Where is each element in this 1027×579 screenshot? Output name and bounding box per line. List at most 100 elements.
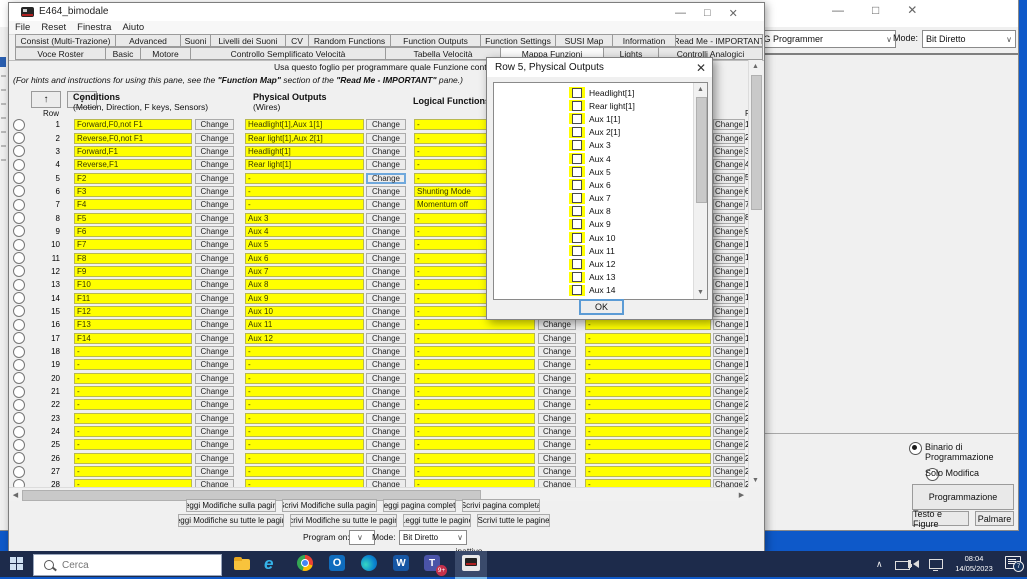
change-button[interactable]: Change (195, 199, 234, 211)
change-button[interactable]: Change (195, 292, 234, 304)
clock[interactable]: 08:04 14/05/2023 (949, 554, 999, 574)
jmri-taskbar-tile[interactable] (455, 551, 487, 579)
change-button[interactable]: Change (713, 359, 745, 371)
word-icon[interactable]: W (393, 555, 411, 573)
change-button[interactable]: Change (366, 252, 406, 264)
change-button[interactable]: Change (366, 119, 406, 131)
change-button[interactable]: Change (713, 332, 745, 344)
change-button[interactable]: Change (538, 332, 576, 344)
outlook-icon[interactable]: O (329, 555, 347, 573)
change-button[interactable]: Change (366, 279, 406, 291)
menu-reset[interactable]: Reset (41, 22, 66, 33)
move-row-up-button[interactable]: ↑ (31, 91, 61, 108)
menu-file[interactable]: File (15, 22, 30, 33)
change-button[interactable]: Change (713, 145, 745, 157)
row-select-radio[interactable] (13, 238, 25, 251)
change-button[interactable]: Change (713, 386, 745, 398)
change-button[interactable]: Change (538, 426, 576, 438)
change-button[interactable]: Change (713, 346, 745, 358)
row-select-radio[interactable] (13, 265, 25, 278)
change-button[interactable]: Change (538, 319, 576, 331)
change-button[interactable]: Change (713, 159, 745, 171)
window-titlebar[interactable]: E464_bimodale — □ ✕ (9, 3, 764, 22)
tab-advanced[interactable]: Advanced (116, 34, 181, 47)
change-button[interactable]: Change (538, 359, 576, 371)
vertical-scrollbar[interactable]: ▲ ▼ (748, 60, 762, 487)
change-button[interactable]: Change (195, 466, 234, 478)
change-button[interactable]: Change (195, 159, 234, 171)
change-button[interactable]: Change (195, 305, 234, 317)
read-full-page-button[interactable]: Leggi pagina completa (383, 499, 456, 512)
tab-random-functions[interactable]: Random Functions (309, 34, 391, 47)
change-button[interactable]: Change (366, 225, 406, 237)
tab-consist-multi-trazione[interactable]: Consist (Multi-Trazione) (15, 34, 116, 47)
change-button[interactable]: Change (195, 452, 234, 464)
change-button[interactable]: Change (366, 132, 406, 144)
change-button[interactable]: Change (713, 265, 745, 277)
change-button[interactable]: Change (366, 145, 406, 157)
write-changes-page-button[interactable]: Scrivi Modifiche sulla pagina (282, 499, 377, 512)
edge-icon[interactable] (361, 555, 379, 573)
change-button[interactable]: Change (366, 212, 406, 224)
search-input[interactable] (60, 558, 194, 572)
change-button[interactable]: Change (195, 145, 234, 157)
change-button[interactable]: Change (366, 265, 406, 277)
dialog-scrollbar[interactable]: ▲ ▼ (693, 83, 707, 299)
tab-cv[interactable]: CV (286, 34, 309, 47)
scroll-up-icon[interactable]: ▲ (749, 63, 762, 70)
change-button[interactable]: Change (195, 252, 234, 264)
change-button[interactable]: Change (713, 212, 745, 224)
change-button[interactable]: Change (195, 346, 234, 358)
change-button[interactable]: Change (366, 452, 406, 464)
change-button[interactable]: Change (538, 412, 576, 424)
palmare-button[interactable]: Palmare (975, 511, 1014, 526)
change-button[interactable]: Change (538, 372, 576, 384)
change-button[interactable]: Change (195, 185, 234, 197)
row-select-radio[interactable] (13, 172, 25, 185)
change-button[interactable]: Change (713, 239, 745, 251)
tab-voce-roster[interactable]: Voce Roster (15, 47, 106, 60)
row-select-radio[interactable] (13, 372, 25, 385)
change-button[interactable]: Change (195, 132, 234, 144)
menu-aiuto[interactable]: Aiuto (122, 22, 144, 33)
tab-motore[interactable]: Motore (141, 47, 191, 60)
row-select-radio[interactable] (13, 158, 25, 171)
change-button[interactable]: Change (713, 426, 745, 438)
output-checkbox[interactable] (572, 245, 582, 256)
tab-livelli-dei-suoni[interactable]: Livelli dei Suoni (211, 34, 286, 47)
change-button[interactable]: Change (713, 466, 745, 478)
row-select-radio[interactable] (13, 198, 25, 211)
output-checkbox[interactable] (572, 259, 582, 270)
scroll-right-icon[interactable]: ▶ (372, 491, 764, 499)
change-button[interactable]: Change (366, 239, 406, 251)
tab-susi-map[interactable]: SUSI Map (556, 34, 613, 47)
change-button[interactable]: Change (195, 332, 234, 344)
row-select-radio[interactable] (13, 412, 25, 425)
change-button[interactable]: Change (366, 466, 406, 478)
scroll-down-icon[interactable]: ▼ (749, 477, 762, 484)
row-select-radio[interactable] (13, 398, 25, 411)
change-button[interactable]: Change (713, 225, 745, 237)
testo-e-figure-button[interactable]: Testo e Figure (912, 509, 969, 529)
scroll-up-icon[interactable]: ▲ (694, 86, 707, 93)
change-button[interactable]: Change (366, 359, 406, 371)
read-changes-page-button[interactable]: Leggi Modifiche sulla pagina (186, 499, 276, 512)
programmazione-button[interactable]: Programmazione (912, 484, 1014, 510)
vertical-scrollbar-thumb[interactable] (751, 75, 762, 210)
output-checkbox[interactable] (572, 100, 582, 111)
change-button[interactable]: Change (366, 426, 406, 438)
change-button[interactable]: Change (538, 466, 576, 478)
output-checkbox[interactable] (572, 206, 582, 217)
program-track-radio[interactable] (909, 442, 922, 456)
change-button[interactable]: Change (195, 172, 234, 184)
output-checkbox[interactable] (572, 219, 582, 230)
close-icon[interactable]: ✕ (907, 3, 917, 17)
output-checkbox[interactable] (572, 285, 582, 296)
change-button[interactable]: Change (366, 159, 406, 171)
change-button[interactable]: Change (366, 305, 406, 317)
row-select-radio[interactable] (13, 438, 25, 451)
row-select-radio[interactable] (13, 278, 25, 291)
minimize-icon[interactable]: — (675, 7, 686, 20)
row-select-radio[interactable] (13, 465, 25, 478)
change-button[interactable]: Change (195, 225, 234, 237)
